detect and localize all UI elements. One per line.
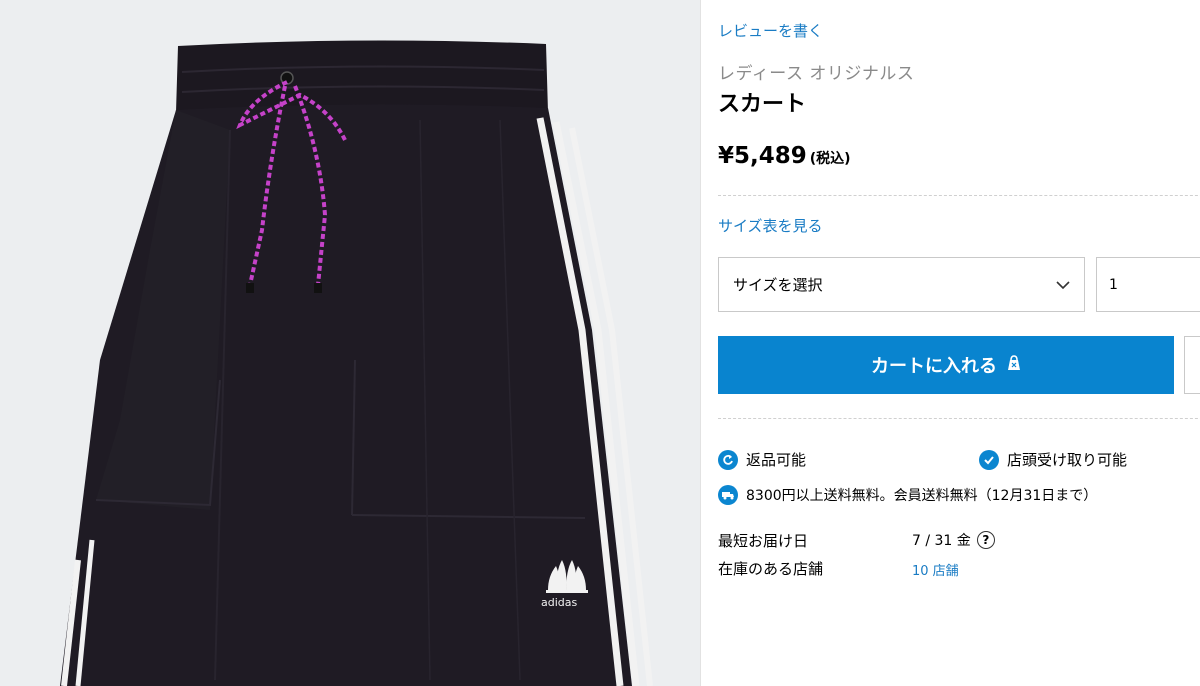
vertical-divider [700,0,701,686]
earliest-delivery-value: 7 / 31 金 ? [912,530,995,550]
store-pickup-text: 店頭受け取り可能 [1007,451,1128,469]
quantity-value: 1 [1109,276,1118,293]
product-image: adidas [0,0,700,686]
returns-feature: 返品可能 [718,449,806,470]
question-icon[interactable]: ? [976,531,995,549]
product-price: ¥5,489 [718,143,807,169]
shipping-note: 8300円以上送料無料。会員送料無料（12月31日まで） [746,488,1098,504]
delivery-truck-icon [718,485,738,505]
quantity-select[interactable]: 1 [1096,257,1200,312]
wishlist-button[interactable] [1184,336,1200,394]
earliest-delivery-label: 最短お届け日 [718,532,809,550]
size-select[interactable]: サイズを選択 [718,257,1085,312]
product-name: スカート [718,92,807,117]
add-to-cart-label: カートに入れる [871,356,997,377]
shopping-bag-icon [1007,354,1021,376]
write-review-link[interactable]: レビューを書く [718,20,823,41]
earliest-delivery-date: 7 / 31 金 [912,533,971,549]
skirt-image [60,40,653,686]
shipping-row: 8300円以上送料無料。会員送料無料（12月31日まで） [718,485,1097,505]
stock-stores-label: 在庫のある店舗 [718,560,824,578]
stock-stores-link[interactable]: 10 店舗 [912,560,959,579]
brand-logo-text: adidas [541,596,578,609]
tax-note: (税込) [809,151,851,167]
check-icon [979,449,999,470]
product-category: レディース オリジナルス [718,64,915,84]
size-chart-link[interactable]: サイズ表を見る [718,215,823,236]
size-select-value: サイズを選択 [733,276,823,294]
divider [718,418,1200,419]
return-icon [718,449,738,470]
price-row: ¥5,489 (税込) [718,143,851,169]
chevron-down-icon [1056,276,1070,294]
returns-text: 返品可能 [746,451,807,469]
product-info-panel: レビューを書く レディース オリジナルス スカート ¥5,489 (税込) サイ… [718,0,1200,686]
add-to-cart-button[interactable]: カートに入れる [718,336,1174,394]
divider [718,195,1200,196]
store-pickup-feature: 店頭受け取り可能 [979,449,1127,470]
